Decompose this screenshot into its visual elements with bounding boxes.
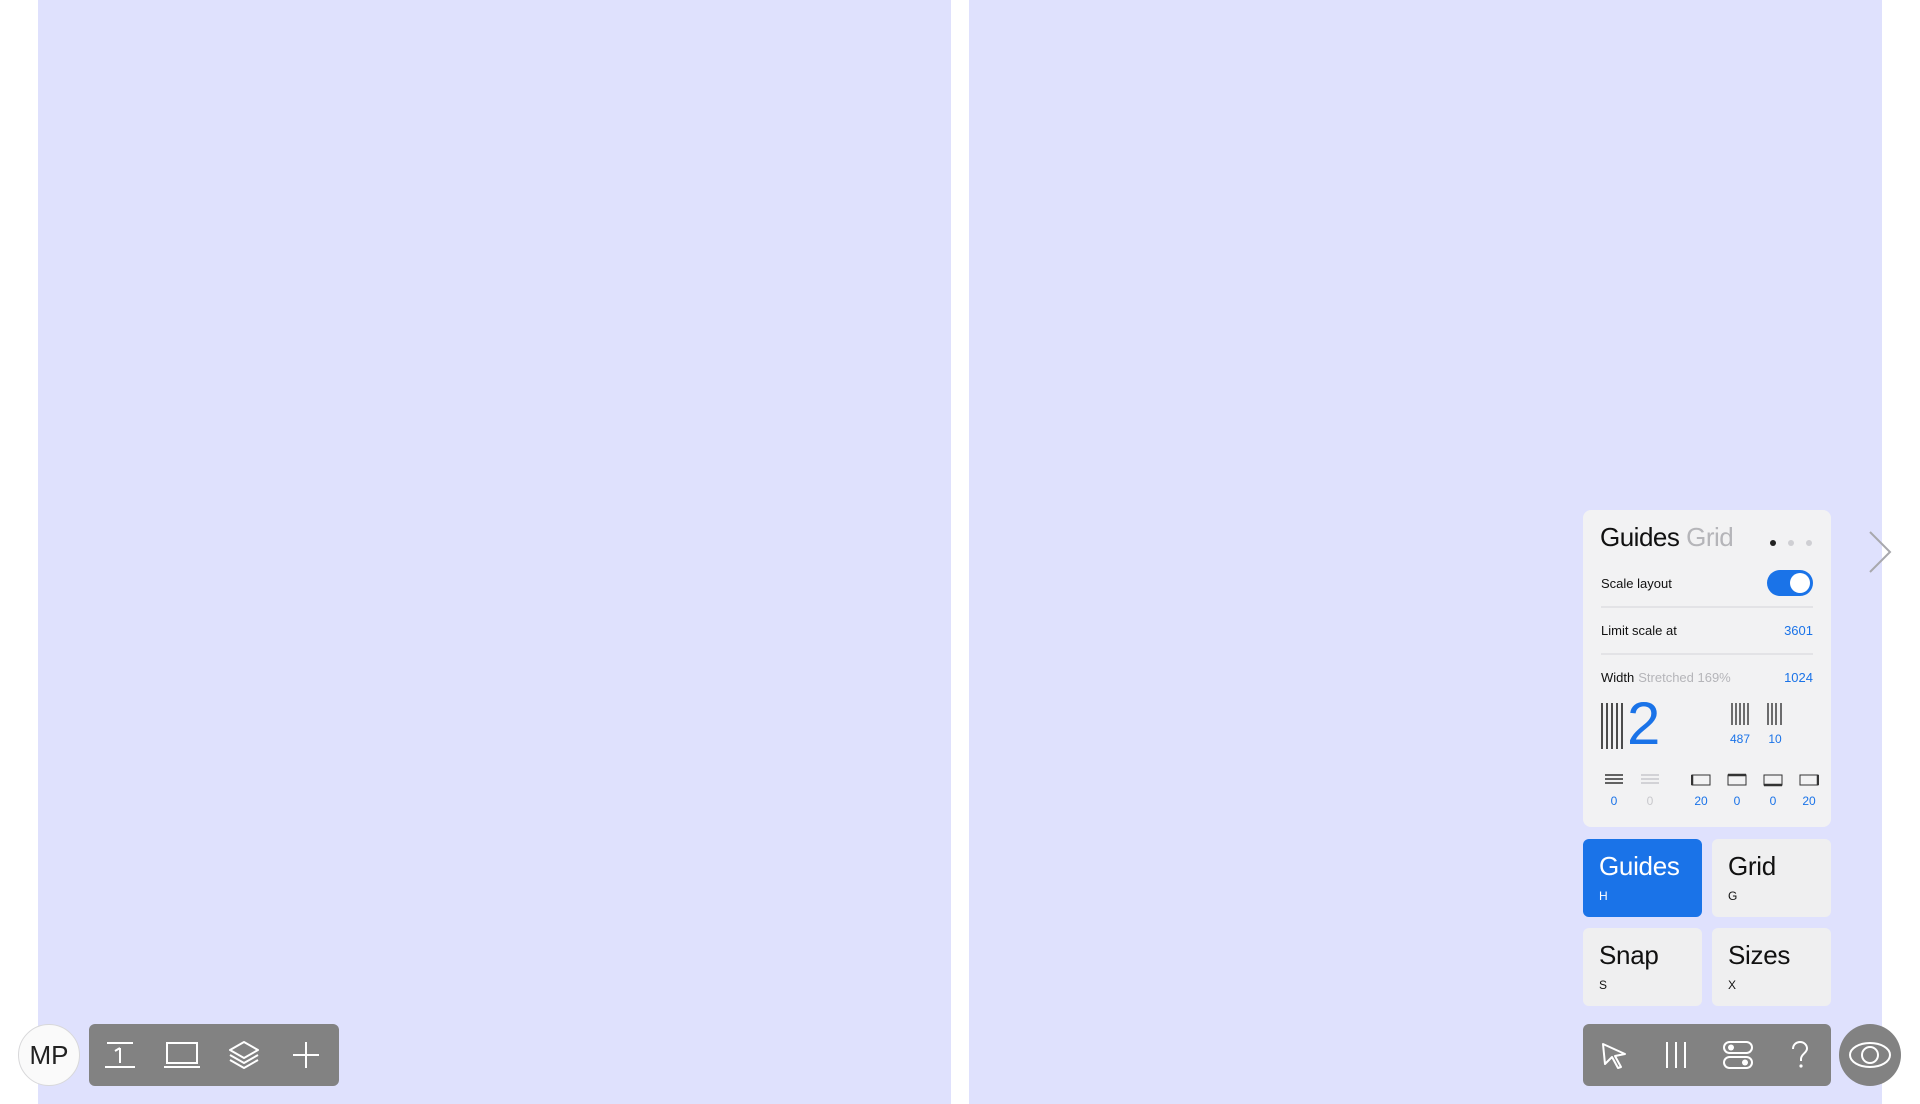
eye-icon: [1849, 1042, 1891, 1068]
margin-left-control[interactable]: 20: [1686, 773, 1716, 808]
gutter-control[interactable]: 10: [1760, 703, 1790, 746]
layout-column-left: [38, 0, 951, 1104]
layers-icon: [229, 1041, 259, 1069]
margin-right-icon: [1799, 774, 1820, 786]
device-button[interactable]: [151, 1024, 213, 1086]
guides-tile[interactable]: Guides H: [1583, 839, 1702, 917]
left-toolbar: [89, 1024, 339, 1086]
toggles-icon: [1723, 1041, 1753, 1069]
sizes-tile-label: Sizes: [1728, 940, 1791, 970]
margin-top-value: 0: [1733, 794, 1741, 808]
width-stretched-note: Stretched 169%: [1638, 670, 1731, 685]
column-width-value: 487: [1729, 732, 1751, 746]
column-width-icon: [1731, 703, 1749, 725]
columns-count-value[interactable]: 2: [1627, 694, 1660, 754]
margin-top-icon: [1727, 773, 1747, 786]
page-dot[interactable]: [1806, 540, 1812, 546]
margin-bottom-value: 0: [1769, 794, 1777, 808]
guides-tool-button[interactable]: [1645, 1024, 1707, 1086]
laptop-icon: [164, 1042, 200, 1068]
help-icon: [1792, 1040, 1809, 1068]
panel-title-guides[interactable]: Guides: [1600, 522, 1680, 552]
gutter-icon: [1767, 703, 1782, 725]
grid-tile[interactable]: Grid G: [1712, 839, 1831, 917]
margin-right-value: 20: [1802, 794, 1816, 808]
margin-left-icon: [1690, 774, 1711, 786]
rows-gutter-value: 0: [1646, 794, 1654, 808]
select-tool-button[interactable]: [1583, 1024, 1645, 1086]
grid-tile-label: Grid: [1728, 851, 1776, 881]
help-button[interactable]: [1769, 1024, 1831, 1086]
add-button[interactable]: [275, 1024, 337, 1086]
rows-gutter-icon: [1641, 774, 1659, 784]
text-baseline-icon: [105, 1042, 135, 1068]
width-label-text: Width: [1601, 670, 1635, 685]
margin-left-value: 20: [1694, 794, 1708, 808]
page-dot[interactable]: [1788, 540, 1794, 546]
snap-tile[interactable]: Snap S: [1583, 928, 1702, 1006]
divider: [1601, 606, 1813, 608]
sizes-tile[interactable]: Sizes X: [1712, 928, 1831, 1006]
cursor-icon: [1602, 1043, 1626, 1069]
layers-button[interactable]: [213, 1024, 275, 1086]
columns-icon: [1666, 1042, 1686, 1068]
scale-layout-label: Scale layout: [1601, 576, 1672, 591]
panel-title: Guides Grid: [1600, 522, 1734, 553]
width-value[interactable]: 1024: [1784, 670, 1813, 685]
margin-top-control[interactable]: 0: [1722, 773, 1752, 808]
text-tool-button[interactable]: [89, 1024, 151, 1086]
margin-bottom-control[interactable]: 0: [1758, 773, 1788, 808]
rows-icon: [1605, 774, 1623, 784]
canvas: Guides Grid Scale layout Limit scale at …: [0, 0, 1920, 1104]
width-label: Width Stretched 169%: [1601, 670, 1731, 685]
user-avatar[interactable]: MP: [18, 1024, 80, 1086]
divider: [1601, 653, 1813, 655]
margin-bottom-icon: [1763, 774, 1783, 787]
preview-button[interactable]: [1839, 1024, 1901, 1086]
guides-tile-shortcut: H: [1599, 889, 1608, 903]
page-dots: [1770, 540, 1812, 546]
limit-scale-value[interactable]: 3601: [1784, 623, 1813, 638]
panel-title-grid[interactable]: Grid: [1686, 522, 1734, 552]
settings-toggles-button[interactable]: [1707, 1024, 1769, 1086]
grid-tile-shortcut: G: [1728, 889, 1738, 903]
sizes-tile-shortcut: X: [1728, 978, 1737, 992]
guides-tile-label: Guides: [1599, 851, 1680, 881]
guides-panel: Guides Grid Scale layout Limit scale at …: [1583, 510, 1831, 827]
snap-tile-label: Snap: [1599, 940, 1659, 970]
gutter-value: 10: [1768, 732, 1782, 746]
column-width-control[interactable]: 487: [1725, 703, 1755, 746]
snap-tile-shortcut: S: [1599, 978, 1608, 992]
rows-value: 0: [1610, 794, 1618, 808]
scale-layout-toggle[interactable]: [1767, 570, 1813, 596]
toggle-knob: [1790, 573, 1810, 593]
chevron-right-icon[interactable]: [1866, 530, 1894, 574]
page-dot[interactable]: [1770, 540, 1776, 546]
plus-icon: [293, 1042, 319, 1068]
limit-scale-label: Limit scale at: [1601, 623, 1677, 638]
rows-control[interactable]: 0: [1599, 773, 1629, 808]
margin-right-control[interactable]: 20: [1794, 773, 1824, 808]
rows-gutter-control[interactable]: 0: [1635, 773, 1665, 808]
right-toolbar: [1583, 1024, 1831, 1086]
